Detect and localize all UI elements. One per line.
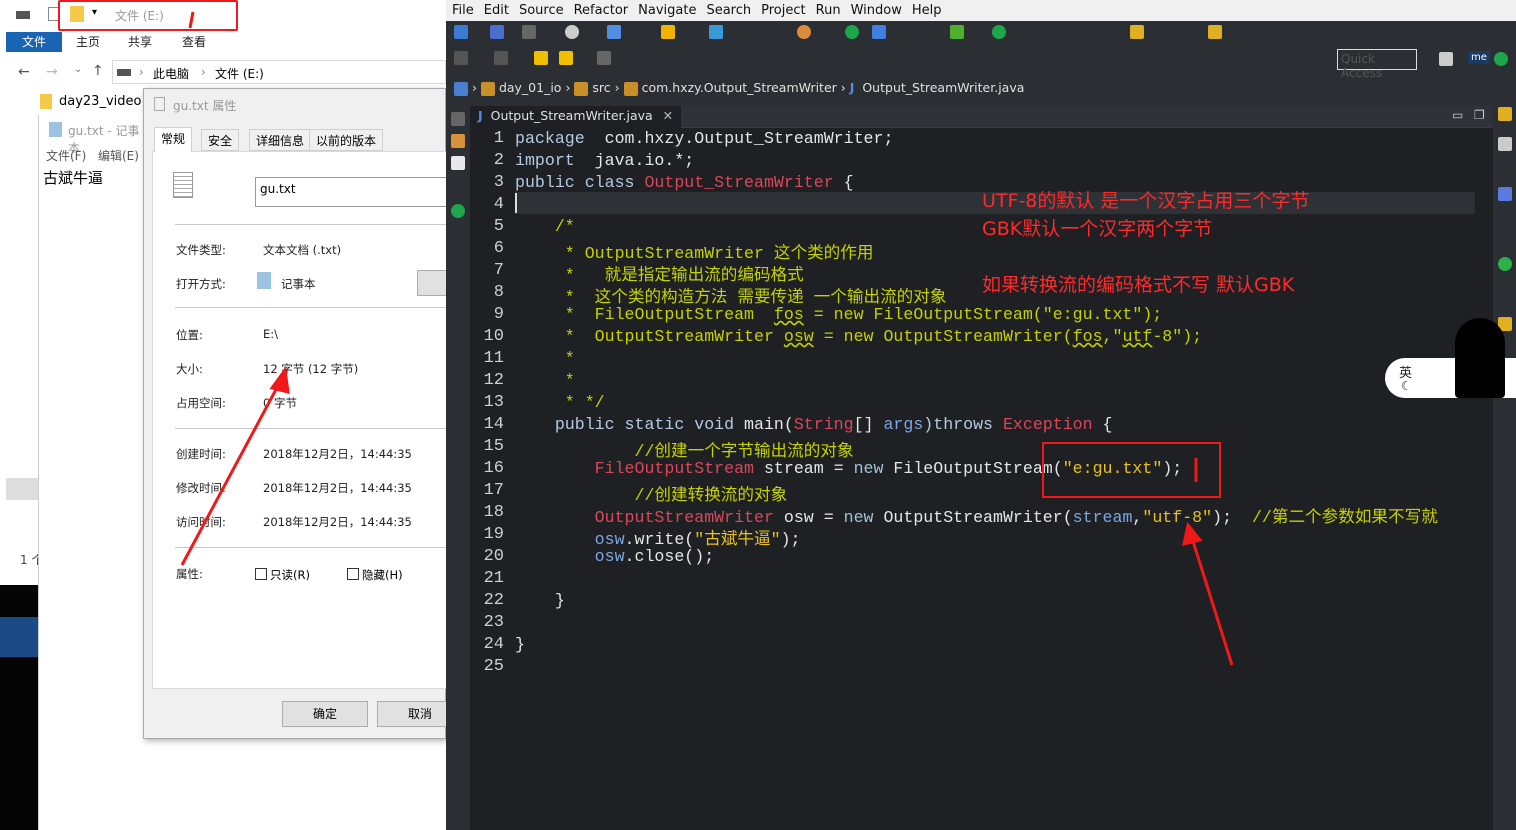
tab-general[interactable]: 常规: [154, 127, 193, 152]
arrowhead: [1182, 521, 1203, 547]
arrowhead: [269, 366, 290, 394]
mascot-sticker: [1455, 318, 1505, 398]
ime-toolbar[interactable]: 英 ☾: [1385, 318, 1516, 398]
pen-mark: [188, 11, 195, 29]
annotation-arrows: [180, 11, 1234, 666]
arrow-to-size: [180, 381, 282, 566]
arrow-to-encoding: [1190, 537, 1234, 666]
moon-icon[interactable]: ☾: [1401, 379, 1412, 393]
